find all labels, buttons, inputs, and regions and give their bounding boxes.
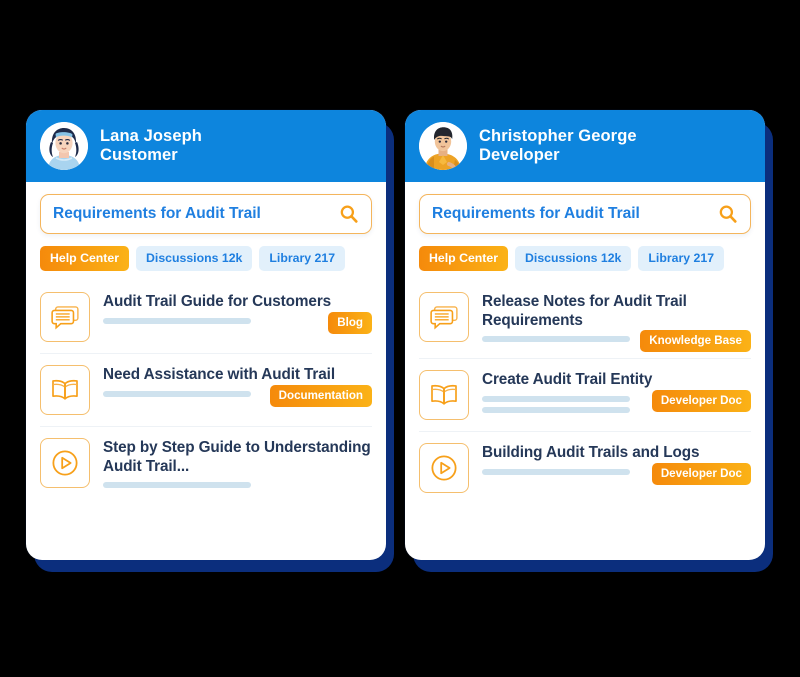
results-list: Release Notes for Audit Trail Requiremen… (419, 281, 751, 504)
skeleton-bar (482, 336, 630, 342)
result-item[interactable]: Step by Step Guide to Understanding Audi… (40, 427, 372, 504)
avatar (40, 122, 88, 170)
card-body: Requirements for Audit Trail Help Center D… (405, 182, 765, 504)
tab-library[interactable]: Library 217 (259, 246, 346, 271)
screenshot-stage: Lana Joseph Customer Requirements for Audi… (0, 0, 800, 677)
result-badge[interactable]: Developer Doc (651, 462, 751, 485)
result-item[interactable]: Need Assistance with Audit Trail Document… (40, 354, 372, 427)
result-item[interactable]: Create Audit Trail Entity Developer Doc (419, 359, 751, 432)
search-input[interactable]: Requirements for Audit Trail (432, 205, 718, 223)
result-card-developer: Christopher George Developer Requirements … (405, 110, 773, 572)
card-body: Requirements for Audit Trail Help Center D… (26, 182, 386, 504)
tab-help[interactable]: Help Center (419, 246, 509, 271)
result-title: Release Notes for Audit Trail Requiremen… (482, 293, 687, 329)
result-badge[interactable]: Documentation (269, 384, 372, 407)
filter-tabs: Help Center Discussions 12k Library 217 (419, 246, 751, 271)
search-icon[interactable] (718, 204, 738, 224)
user-name: Lana Joseph (100, 127, 202, 145)
user-meta: Christopher George Developer (479, 127, 637, 165)
result-title: Need Assistance with Audit Trail (103, 366, 335, 383)
chat-bubbles-icon (419, 292, 469, 342)
card: Lana Joseph Customer Requirements for Audi… (26, 110, 386, 560)
play-circle-icon (40, 438, 90, 488)
result-main: Step by Step Guide to Understanding Audi… (103, 438, 372, 493)
skeleton-bar (482, 468, 630, 475)
skeleton-bar (103, 390, 251, 397)
card-header: Christopher George Developer (405, 110, 765, 182)
skeleton-bar (482, 395, 630, 402)
user-meta: Lana Joseph Customer (100, 127, 202, 165)
skeleton-bar (482, 406, 630, 413)
result-title: Step by Step Guide to Understanding Audi… (103, 439, 371, 475)
results-list: Audit Trail Guide for Customers Blog Need … (40, 281, 372, 504)
user-role: Developer (479, 146, 560, 164)
skeleton-bars (103, 482, 372, 488)
result-badge[interactable]: Developer Doc (651, 389, 751, 412)
result-badge[interactable]: Blog (328, 311, 372, 334)
open-book-icon (40, 365, 90, 415)
result-title: Building Audit Trails and Logs (482, 444, 700, 461)
user-name: Christopher George (479, 127, 637, 145)
tab-discussions[interactable]: Discussions 12k (136, 246, 253, 271)
filter-tabs: Help Center Discussions 12k Library 217 (40, 246, 372, 271)
open-book-icon (419, 370, 469, 420)
result-item[interactable]: Building Audit Trails and Logs Developer … (419, 432, 751, 504)
skeleton-bar (103, 317, 251, 324)
search-input[interactable]: Requirements for Audit Trail (53, 205, 339, 223)
chat-bubbles-icon (40, 292, 90, 342)
search-box[interactable]: Requirements for Audit Trail (40, 194, 372, 234)
tab-discussions[interactable]: Discussions 12k (515, 246, 632, 271)
search-icon[interactable] (339, 204, 359, 224)
result-title: Audit Trail Guide for Customers (103, 293, 332, 310)
tab-library[interactable]: Library 217 (638, 246, 725, 271)
result-item[interactable]: Release Notes for Audit Trail Requiremen… (419, 281, 751, 359)
user-role: Customer (100, 146, 178, 164)
search-box[interactable]: Requirements for Audit Trail (419, 194, 751, 234)
avatar (419, 122, 467, 170)
card-header: Lana Joseph Customer (26, 110, 386, 182)
result-badge[interactable]: Knowledge Base (640, 330, 751, 352)
play-circle-icon (419, 443, 469, 493)
card: Christopher George Developer Requirements … (405, 110, 765, 560)
tab-help[interactable]: Help Center (40, 246, 130, 271)
result-card-customer: Lana Joseph Customer Requirements for Audi… (26, 110, 394, 572)
skeleton-bar (103, 482, 251, 488)
result-title: Create Audit Trail Entity (482, 371, 653, 388)
result-item[interactable]: Audit Trail Guide for Customers Blog (40, 281, 372, 354)
